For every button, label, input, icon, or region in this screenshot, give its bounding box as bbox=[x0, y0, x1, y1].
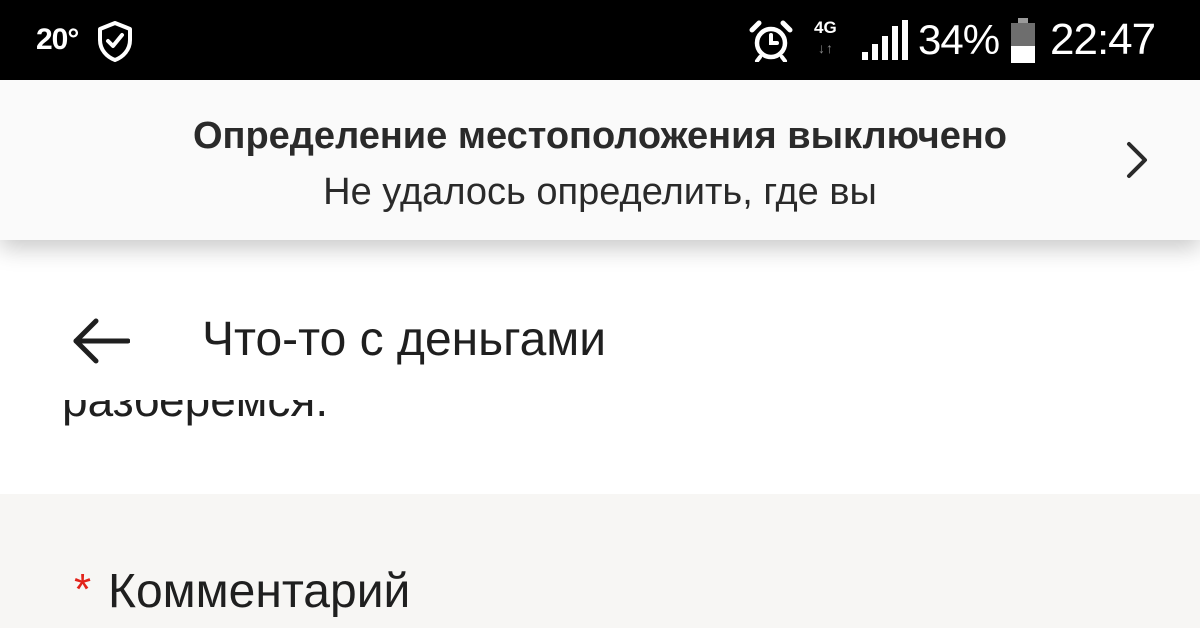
network-type-indicator: 4G ↓↑ bbox=[812, 18, 852, 62]
required-asterisk: * bbox=[74, 565, 92, 614]
comment-field-label: Комментарий bbox=[108, 565, 411, 618]
clock: 22:47 bbox=[1050, 15, 1156, 64]
description-text-fragment: разберемся. bbox=[62, 400, 329, 426]
back-arrow-icon[interactable] bbox=[72, 318, 130, 364]
battery-percentage: 34% bbox=[918, 16, 1000, 63]
banner-title: Определение местоположения выключено bbox=[192, 115, 1008, 157]
comment-field-section[interactable]: * Комментарий bbox=[0, 494, 1200, 628]
scrolled-description-text: разберемся. bbox=[0, 400, 1200, 442]
alarm-clock-icon bbox=[749, 20, 793, 62]
network-type-label: 4G bbox=[814, 18, 837, 37]
shield-check-icon bbox=[98, 21, 132, 62]
temperature-readout: 20° bbox=[36, 23, 79, 56]
status-bar: 20° 4G ↓↑ 34% 22:47 bbox=[0, 0, 1200, 80]
data-activity-icon: ↓↑ bbox=[818, 40, 834, 56]
banner-subtitle: Не удалось определить, где вы bbox=[323, 171, 877, 213]
signal-strength-icon bbox=[862, 20, 908, 60]
app-header: Что-то с деньгами bbox=[0, 240, 1200, 400]
chevron-right-icon[interactable] bbox=[1124, 140, 1150, 180]
location-disabled-banner[interactable]: Определение местоположения выключено Не … bbox=[0, 80, 1200, 240]
battery-icon bbox=[1011, 18, 1035, 63]
page-title: Что-то с деньгами bbox=[202, 313, 607, 366]
